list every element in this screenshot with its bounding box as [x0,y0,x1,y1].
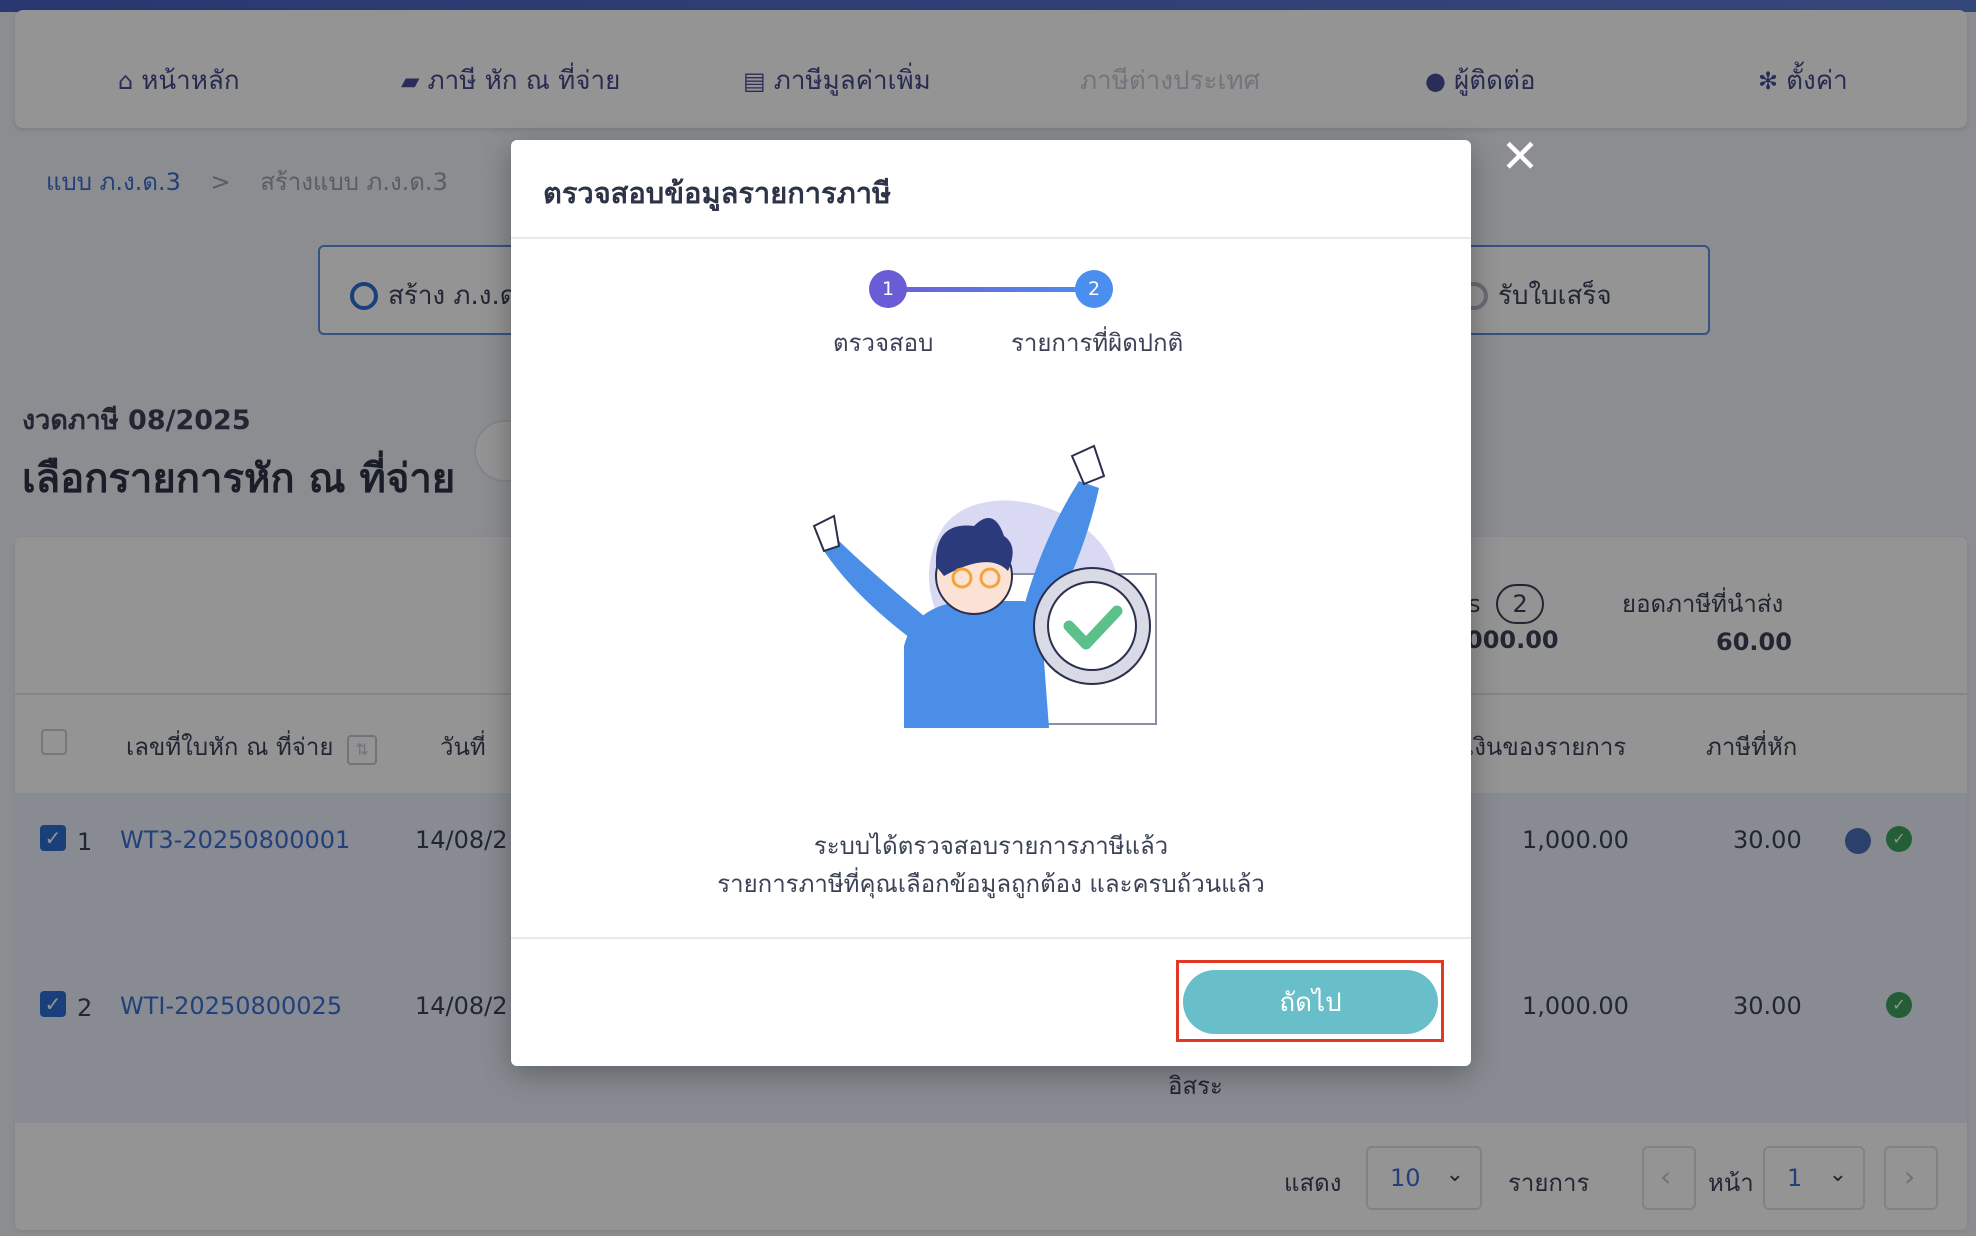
modal-header-divider [511,237,1471,239]
result-message-line1: ระบบได้ตรวจสอบรายการภาษีแล้ว [813,832,1169,860]
step1-label: ตรวจสอบ [833,329,934,357]
illustration-right-hand [1070,444,1106,486]
step2-dot: 2 [1075,270,1113,308]
step-connector [906,287,1101,292]
modal-footer-divider [511,937,1471,939]
check-tax-modal: ตรวจสอบข้อมูลรายการภาษี 1 2 ตรวจสอบ รายก… [511,140,1471,1066]
next-button-highlight [1176,960,1444,1042]
illustration-body [904,601,1049,728]
illustration-check-circle-inner [1047,581,1137,671]
result-message-line2: รายการภาษีที่คุณเลือกข้อมูลถูกต้อง และคร… [717,870,1265,898]
illustration-left-arm [824,536,924,641]
close-icon[interactable]: ✕ [1500,133,1540,179]
modal-title: ตรวจสอบข้อมูลรายการภาษี [543,176,892,210]
step2-label: รายการที่ผิดปกติ [1011,329,1184,357]
step1-dot: 1 [869,270,907,308]
illustration-left-hand [812,514,841,553]
success-illustration [812,444,1157,728]
